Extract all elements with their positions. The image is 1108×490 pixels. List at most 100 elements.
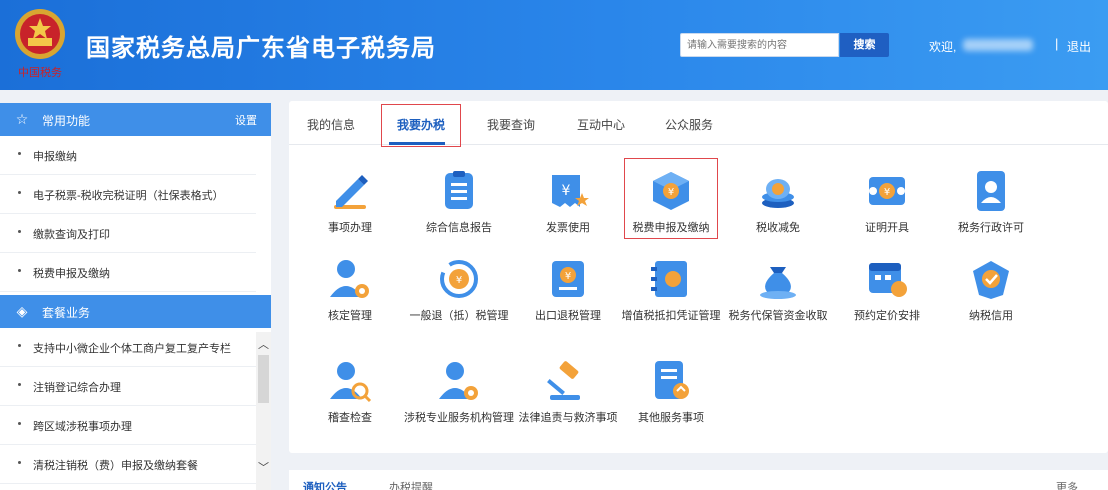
header-bar: 中国税务 国家税务总局广东省电子税务局 搜索 欢迎, | 退出 (0, 0, 1108, 90)
credit-icon (973, 261, 1009, 299)
tab-my-info[interactable]: 我的信息 (307, 116, 355, 133)
tile-label: 纳税信用 (969, 310, 1013, 322)
sidebar-item-label: 缴款查询及打印 (33, 229, 110, 241)
calendar-icon (869, 263, 907, 297)
tax-declare-icon: ¥ (653, 172, 689, 210)
tile-label: 事项办理 (328, 222, 372, 234)
svg-text:¥: ¥ (456, 275, 462, 286)
bullet-icon (18, 344, 21, 347)
tile-label: 税务代保管资金收取 (728, 310, 828, 322)
brand-script: 中国税务 (18, 66, 62, 79)
svg-text:¥: ¥ (562, 183, 571, 199)
header-separator: | (1055, 36, 1059, 51)
sidebar-item-label: 电子税票-税收完税证明（社保表格式） (33, 190, 224, 202)
sidebar-item[interactable]: 申报缴纳 (0, 136, 256, 175)
coins-icon (762, 179, 794, 208)
bullet-icon (18, 461, 21, 464)
search-input[interactable] (680, 33, 839, 57)
reminder-tab[interactable]: 办税提醒 (389, 479, 433, 490)
tile-invoice-use[interactable]: ¥ 发票使用 (513, 169, 623, 261)
sidebar-item[interactable]: 跨区域涉税事项办理 (0, 406, 256, 445)
tile-refund-mgmt[interactable]: ¥ 一般退（抵）税管理 (404, 257, 514, 349)
common-functions-header: ☆ 常用功能 设置 (0, 103, 271, 136)
tile-label: 稽查检查 (328, 412, 372, 424)
tab-public-service[interactable]: 公众服务 (665, 116, 713, 133)
tile-vat-voucher[interactable]: 增值税抵扣凭证管理 (616, 257, 726, 349)
bullet-icon (18, 422, 21, 425)
tile-label: 核定管理 (328, 310, 372, 322)
sidebar-item-label: 支持中小微企业个体工商户复工复产专栏 (33, 343, 231, 355)
sidebar-item-label: 申报缴纳 (33, 151, 77, 163)
tile-export-refund[interactable]: ¥ 出口退税管理 (513, 257, 623, 349)
other-services-icon (655, 361, 689, 399)
sidebar-item[interactable]: 缴款查询及打印 (0, 214, 256, 253)
tile-tax-credit[interactable]: 纳税信用 (936, 257, 1046, 349)
search-button[interactable]: 搜索 (840, 33, 889, 57)
settings-link[interactable]: 设置 (235, 112, 257, 128)
highlight-box-tab (381, 104, 461, 147)
refund-icon: ¥ (440, 260, 478, 298)
notice-tab[interactable]: 通知公告 (303, 479, 347, 490)
tile-item-handling[interactable]: 事项办理 (295, 169, 405, 261)
sidebar-item[interactable]: 电子税票-税收完税证明（社保表格式） (0, 175, 256, 214)
sidebar-item[interactable]: 注销登记综合办理 (0, 367, 256, 406)
sidebar-item[interactable]: 税费申报及缴纳 (0, 253, 256, 292)
tile-label: 法律追责与救济事项 (518, 412, 618, 424)
site-title: 国家税务总局广东省电子税务局 (86, 35, 436, 62)
tile-label: 出口退税管理 (535, 310, 601, 322)
tile-audit-inspection[interactable]: 稽查检查 (295, 359, 405, 451)
tile-legal-remedy[interactable]: 法律追责与救济事项 (513, 359, 623, 451)
license-icon (977, 171, 1005, 211)
tile-label: 发票使用 (546, 222, 590, 234)
tile-label: 一般退（抵）税管理 (409, 310, 509, 322)
tile-custody-funds[interactable]: 税务代保管资金收取 (723, 257, 833, 349)
invoice-icon: ¥ (552, 175, 589, 207)
tile-label: 其他服务事项 (638, 412, 704, 424)
tile-pricing-arrangement[interactable]: 预约定价安排 (832, 257, 942, 349)
sidebar-scroll-thumb[interactable] (258, 355, 269, 403)
package-services-header: ◈ 套餐业务 (0, 295, 271, 328)
sidebar-item[interactable]: 支持中小微企业个体工商户复工复产专栏 (0, 328, 256, 367)
chevron-up-icon[interactable]: ︿ (258, 336, 269, 352)
export-icon: ¥ (552, 261, 584, 297)
notice-panel: 通知公告 办税提醒 更多 (289, 470, 1108, 490)
tile-tax-relief[interactable]: 税收减免 (723, 169, 833, 261)
bullet-icon (18, 383, 21, 386)
tile-label: 增值税抵扣凭证管理 (621, 310, 721, 322)
certificate-icon: ¥ (869, 177, 905, 205)
bullet-icon (18, 152, 21, 155)
welcome-text: 欢迎, (929, 40, 957, 54)
tile-admin-license[interactable]: 税务行政许可 (936, 169, 1046, 261)
svg-text:¥: ¥ (884, 187, 890, 198)
sidebar-item[interactable]: 清税注销税（费）申报及缴纳套餐 (0, 445, 256, 484)
tile-tax-declare[interactable]: ¥ 税费申报及缴纳 (616, 169, 726, 261)
logout-link[interactable]: 退出 (1067, 38, 1091, 55)
tile-info-report[interactable]: 综合信息报告 (404, 169, 514, 261)
sidebar-item-label: 跨区域涉税事项办理 (33, 421, 132, 433)
tab-interaction[interactable]: 互动中心 (577, 116, 625, 133)
tile-label: 税务行政许可 (958, 222, 1024, 234)
cube-icon: ◈ (16, 303, 28, 319)
tile-other-services[interactable]: 其他服务事项 (616, 359, 726, 451)
tile-label: 税收减免 (756, 222, 800, 234)
tile-tax-agency-mgmt[interactable]: 涉税专业服务机构管理 (404, 359, 514, 451)
chevron-down-icon[interactable]: ﹀ (258, 459, 269, 475)
tile-label: 涉税专业服务机构管理 (404, 412, 514, 424)
svg-text:¥: ¥ (668, 187, 674, 198)
inspect-icon (330, 362, 372, 403)
tile-label: 税费申报及缴纳 (632, 222, 710, 234)
bullet-icon (18, 230, 21, 233)
pen-icon (334, 175, 368, 209)
bullet-icon (18, 191, 21, 194)
tab-query[interactable]: 我要查询 (487, 116, 535, 133)
star-icon: ☆ (15, 111, 29, 127)
gavel-icon (547, 361, 580, 400)
tile-label: 证明开具 (865, 222, 909, 234)
voucher-icon (651, 261, 687, 297)
tile-verification-mgmt[interactable]: 核定管理 (295, 257, 405, 349)
sidebar: ☆ 常用功能 设置 申报缴纳 电子税票-税收完税证明（社保表格式） 缴款查询及打… (0, 103, 271, 490)
tile-certificate[interactable]: ¥ 证明开具 (832, 169, 942, 261)
more-link[interactable]: 更多 (1056, 479, 1078, 490)
main-panel: 我的信息 我要办税 我要查询 互动中心 公众服务 事项办理 综合信息报告 ¥ 发… (289, 101, 1108, 453)
svg-text:¥: ¥ (565, 271, 571, 282)
